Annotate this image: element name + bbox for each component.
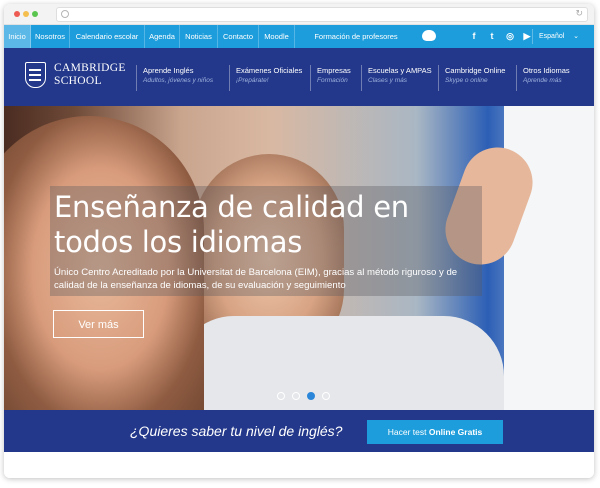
main-nav-subtitle: Aprende más [523,77,562,84]
slide-dot-1[interactable] [277,392,285,400]
top-navigation: Inicio Nosotros Calendario escolar Agend… [4,25,594,48]
main-nav-subtitle: Formación [317,77,348,84]
slide-dot-3[interactable] [307,392,315,400]
main-nav-subtitle: Clases y más [368,77,408,84]
main-nav-examenes[interactable]: Exámenes Oficiales ¡Prepárate! [229,65,302,91]
hero-photo-shirt [174,316,504,410]
online-test-button[interactable]: Hacer test Online Gratis [367,420,503,444]
top-nav-item-noticias[interactable]: Noticias [180,25,218,48]
top-nav-item-formacion[interactable]: Formación de profesores [295,25,417,48]
main-nav-title: Aprende Inglés [143,66,194,75]
main-nav-title: Cambridge Online [445,66,506,75]
main-nav-otros-idiomas[interactable]: Otros Idiomas Aprende más [516,65,570,91]
top-nav-item-calendario[interactable]: Calendario escolar [70,25,145,48]
main-nav-escuelas[interactable]: Escuelas y AMPAS Clases y más [361,65,432,91]
ver-mas-button[interactable]: Ver más [53,310,144,338]
top-nav-item-nosotros[interactable]: Nosotros [31,25,70,48]
main-nav-title: Empresas [317,66,351,75]
instagram-icon[interactable]: ◎ [503,25,517,48]
facebook-icon[interactable]: f [467,25,481,48]
top-nav-item-moodle[interactable]: Moodle [259,25,295,48]
language-selector[interactable]: Español ⌄ [532,29,581,44]
browser-window: ↻ Inicio Nosotros Calendario escolar Age… [4,4,594,478]
online-test-button-prefix: Hacer test [387,427,429,437]
top-nav-item-contacto[interactable]: Contacto [218,25,259,48]
brand-line-2: SCHOOL [54,75,102,87]
hero-description: Único Centro Acreditado por la Universit… [54,267,458,291]
page-footer [4,452,594,478]
maximize-window-dot[interactable] [32,11,38,17]
main-nav-title: Otros Idiomas [523,66,570,75]
main-nav-subtitle: ¡Prepárate! [236,77,269,84]
school-crest-logo[interactable] [25,62,46,88]
chevron-down-icon: ⌄ [573,33,579,40]
address-bar[interactable]: ↻ [56,7,588,22]
level-test-banner: ¿Quieres saber tu nivel de inglés? Hacer… [4,410,594,452]
reload-icon[interactable]: ↻ [575,9,583,19]
close-window-dot[interactable] [14,11,20,17]
twitter-icon[interactable]: t [485,25,499,48]
brand-line-1: CAMBRIDGE [54,62,126,74]
main-nav-title: Exámenes Oficiales [236,66,303,75]
hero-slider: Enseñanza de calidad en todos los idioma… [4,106,594,410]
level-question: ¿Quieres saber tu nivel de inglés? [130,423,343,439]
hero-headline: Enseñanza de calidad en todos los idioma… [54,190,409,259]
online-test-button-bold: Online Gratis [428,427,483,437]
main-nav-subtitle: Adultos, jóvenes y niños [143,77,214,84]
brand-wordmark[interactable]: CAMBRIDGE SCHOOL [54,62,126,88]
slide-dot-2[interactable] [292,392,300,400]
search-icon [61,10,69,18]
language-label: Español [539,33,565,40]
top-nav-item-agenda[interactable]: Agenda [145,25,180,48]
top-nav-item-inicio[interactable]: Inicio [4,25,31,48]
minimize-window-dot[interactable] [23,11,29,17]
cloud-icon [422,30,436,41]
slide-dot-4[interactable] [322,392,330,400]
main-nav-empresas[interactable]: Empresas Formación [310,65,351,91]
main-nav-title: Escuelas y AMPAS [368,66,432,75]
main-nav-subtitle: Skype o online [445,77,488,84]
browser-chrome: ↻ [4,4,594,25]
main-navigation: CAMBRIDGE SCHOOL Aprende Inglés Adultos,… [4,48,594,106]
main-nav-aprende-ingles[interactable]: Aprende Inglés Adultos, jóvenes y niños [136,65,213,91]
main-nav-cambridge-online[interactable]: Cambridge Online Skype o online [438,65,505,91]
whiteboard-background [504,106,594,410]
